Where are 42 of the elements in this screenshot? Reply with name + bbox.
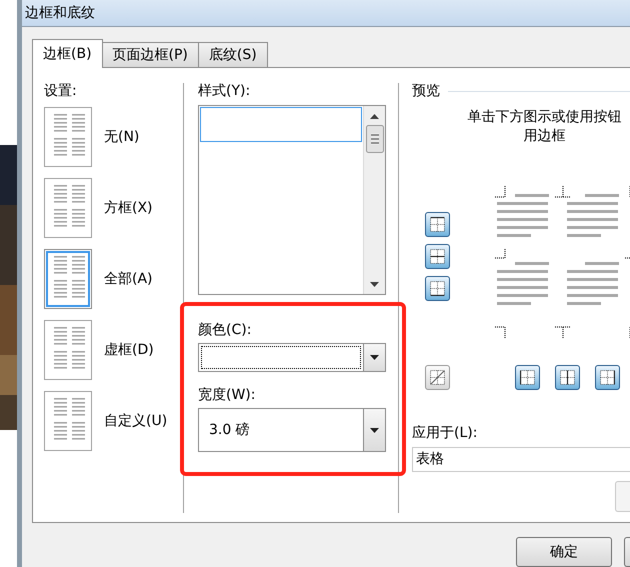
color-label: 颜色(C): — [198, 321, 252, 340]
border-toggle-button[interactable] — [425, 212, 450, 237]
border-toggle-button[interactable] — [425, 244, 450, 269]
width-value: 3.0 磅 — [208, 420, 251, 440]
scroll-down-icon[interactable] — [370, 282, 379, 287]
setting-option[interactable] — [44, 178, 92, 238]
border-toggle-button[interactable] — [425, 276, 450, 301]
settings-label: 设置: — [44, 82, 78, 101]
setting-label[interactable]: 虚框(D) — [104, 340, 154, 360]
tab[interactable]: 底纹(S) — [198, 42, 268, 67]
setting-option[interactable] — [44, 107, 92, 167]
scroll-thumb-icon[interactable] — [366, 125, 384, 153]
apply-to-dropdown[interactable]: 表格 — [412, 447, 630, 472]
border-toggle-button[interactable] — [515, 365, 540, 390]
tab[interactable]: 页面边框(P) — [102, 42, 199, 67]
preview-hint: 单击下方图示或使用按钮 — [468, 108, 622, 127]
width-label: 宽度(W): — [198, 386, 256, 405]
border-toggle-button[interactable] — [425, 365, 450, 390]
setting-label[interactable]: 无(N) — [104, 126, 140, 148]
setting-option[interactable] — [44, 249, 92, 309]
apply-to-label: 应用于(L): — [412, 424, 478, 443]
scroll-up-icon[interactable] — [370, 114, 379, 119]
setting-label[interactable]: 全部(A) — [104, 268, 153, 290]
window-title: 边框和底纹 — [25, 4, 95, 22]
width-dropdown[interactable]: 3.0 磅 — [198, 408, 386, 452]
scrollbar[interactable] — [363, 106, 385, 294]
preview-label: 预览 — [412, 82, 440, 101]
apply-to-value: 表格 — [416, 450, 444, 469]
color-dropdown[interactable] — [198, 343, 386, 372]
dropdown-arrow-icon — [370, 355, 379, 360]
dropdown-arrow-icon — [370, 428, 379, 432]
tab[interactable]: 边框(B) — [32, 39, 103, 68]
border-toggle-button[interactable] — [595, 365, 620, 390]
style-label: 样式(Y): — [198, 82, 252, 101]
line-style-item[interactable] — [200, 107, 362, 142]
setting-option[interactable] — [44, 391, 92, 451]
setting-option[interactable] — [44, 320, 92, 380]
ok-button[interactable]: 确定 — [516, 537, 612, 567]
preview-hint: 用边框 — [524, 127, 566, 146]
setting-label[interactable]: 自定义(U) — [104, 410, 168, 432]
border-toggle-button[interactable] — [555, 365, 580, 390]
setting-label[interactable]: 方框(X) — [104, 198, 153, 218]
